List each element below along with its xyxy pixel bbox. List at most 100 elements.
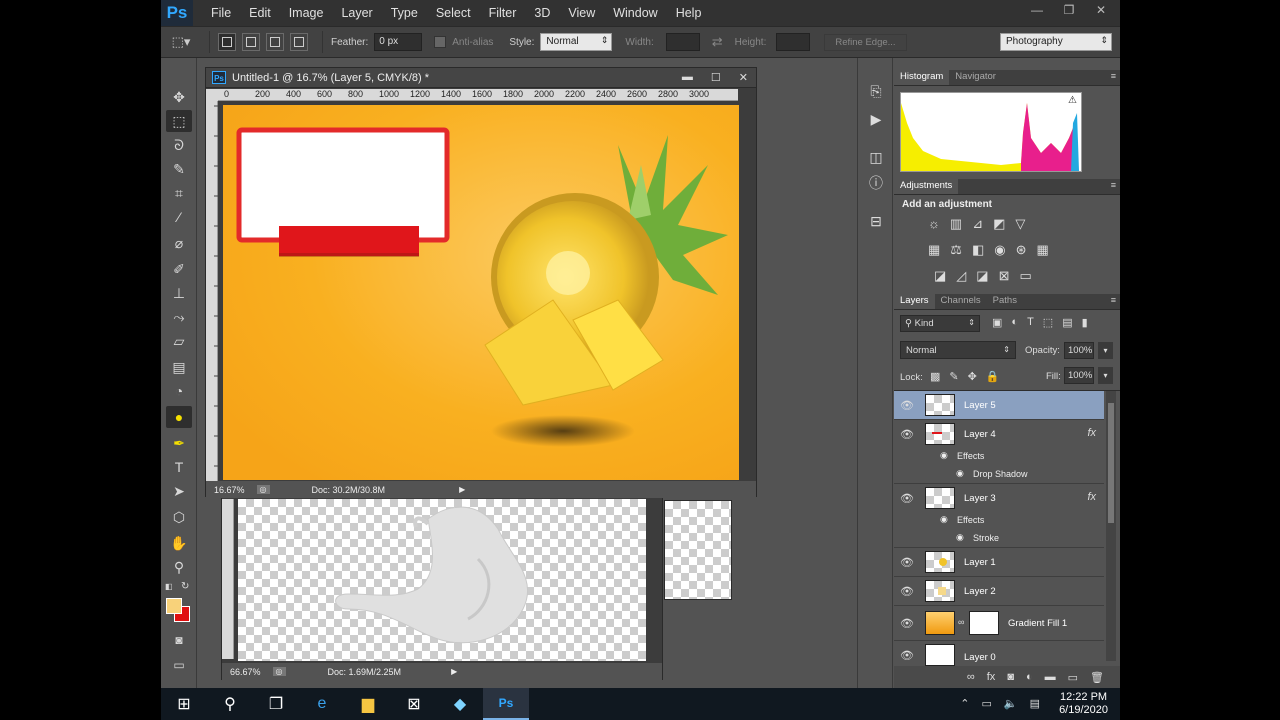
menu-select[interactable]: Select [427, 0, 480, 26]
intersect-selection-icon[interactable] [290, 33, 308, 51]
filter-shape-icon[interactable]: ⬚ [1043, 316, 1053, 329]
height-input[interactable] [776, 33, 811, 51]
shape-tool-icon[interactable]: ⬡ [166, 506, 192, 528]
properties-panel-icon[interactable]: ◫ [864, 146, 888, 168]
hue-saturation-icon[interactable]: ▦ [928, 242, 940, 258]
add-mask-icon[interactable]: ◙ [1007, 671, 1014, 683]
panel-menu-icon[interactable]: ≡ [1111, 180, 1116, 190]
layer-row-layer-4[interactable]: 👁 Layer 4 fx ◉ Effects ◉ Drop Shadow [894, 420, 1104, 484]
vibrance-icon[interactable]: ▽ [1015, 216, 1025, 232]
style-select[interactable]: Normal [540, 33, 613, 51]
layer-row-layer-1[interactable]: 👁 Layer 1 [894, 548, 1104, 577]
vertical-ruler[interactable] [206, 101, 218, 481]
new-selection-icon[interactable] [218, 33, 236, 51]
filter-pixel-icon[interactable]: ▣ [992, 316, 1002, 329]
opacity-dropdown-icon[interactable]: ▾ [1098, 342, 1113, 359]
refine-edge-button[interactable]: Refine Edge... [824, 33, 907, 51]
color-lookup-icon[interactable]: ▦ [1037, 242, 1049, 258]
tab-histogram[interactable]: Histogram [894, 69, 950, 85]
taskbar-clock[interactable]: 12:22 PM 6/19/2020 [1059, 691, 1108, 717]
visibility-eye-icon[interactable]: 👁 [900, 399, 914, 412]
menu-file[interactable]: File [202, 0, 240, 26]
effect-eye-icon[interactable]: ◉ [956, 532, 964, 543]
lock-transparent-icon[interactable]: ▩ [930, 370, 940, 383]
menu-edit[interactable]: Edit [240, 0, 280, 26]
task-view-icon[interactable]: ❐ [253, 688, 299, 720]
menu-view[interactable]: View [559, 0, 604, 26]
layer-row-layer-2[interactable]: 👁 Layer 2 [894, 577, 1104, 606]
eraser-tool-icon[interactable]: ▱ [166, 330, 192, 352]
effect-eye-icon[interactable]: ◉ [956, 468, 964, 479]
doc-minimize-button[interactable]: ▬ [682, 71, 693, 84]
visibility-eye-icon[interactable]: 👁 [900, 428, 914, 441]
close-button[interactable]: ✕ [1092, 3, 1110, 17]
exposure-icon[interactable]: ◩ [993, 216, 1005, 232]
filter-toggle-icon[interactable]: ▮ [1082, 316, 1088, 329]
status-menu-arrow-icon[interactable]: ▶ [459, 485, 465, 494]
horizontal-ruler[interactable]: 0 200 400 600 800 1000 1200 1400 1600 1800 2000 220… [218, 89, 738, 101]
swap-icon[interactable]: ⇄ [712, 34, 723, 50]
lock-image-icon[interactable]: ✎ [949, 370, 958, 383]
opacity-input[interactable]: 100% [1064, 342, 1094, 359]
subtract-selection-icon[interactable] [266, 33, 284, 51]
status-menu-arrow-icon[interactable]: ▶ [451, 667, 457, 676]
gradient-map-icon[interactable]: ▭ [1020, 268, 1032, 284]
ruler-corner[interactable] [206, 89, 218, 101]
effects-eye-icon[interactable]: ◉ [940, 450, 948, 461]
menu-image[interactable]: Image [280, 0, 333, 26]
eyedropper-tool-icon[interactable]: ⁄ [166, 206, 192, 228]
video-editor-icon[interactable]: ◆ [437, 688, 483, 720]
menu-type[interactable]: Type [382, 0, 427, 26]
menu-3d[interactable]: 3D [525, 0, 559, 26]
posterize-icon[interactable]: ◿ [956, 268, 966, 284]
curves-icon[interactable]: ⊿ [972, 216, 983, 232]
network-icon[interactable]: ▭ [981, 697, 991, 710]
threshold-icon[interactable]: ◪ [976, 268, 988, 284]
zoom-tool-icon[interactable]: ⚲ [166, 556, 192, 578]
visibility-eye-icon[interactable]: 👁 [900, 585, 914, 598]
type-tool-icon[interactable]: T [166, 456, 192, 478]
store-icon[interactable]: ⊠ [391, 688, 437, 720]
status-info-icon[interactable]: ◎ [272, 667, 286, 676]
swap-colors-icon[interactable]: ↻ [181, 581, 189, 592]
visibility-eye-icon[interactable]: 👁 [900, 556, 914, 569]
main-zoom-level[interactable]: 16.67% [214, 485, 245, 495]
photo-filter-icon[interactable]: ◉ [994, 242, 1005, 258]
new-group-icon[interactable]: ▬ [1045, 671, 1056, 683]
add-selection-icon[interactable] [242, 33, 260, 51]
edge-browser-icon[interactable]: e [299, 688, 345, 720]
tab-layers[interactable]: Layers [894, 293, 935, 309]
dodge-tool-icon[interactable]: ● [166, 406, 192, 428]
warning-icon[interactable]: ⚠ [1068, 95, 1077, 106]
doc-close-button[interactable]: ✕ [739, 71, 748, 84]
brightness-contrast-icon[interactable]: ☼ [928, 216, 940, 232]
restore-button[interactable]: ❐ [1060, 3, 1078, 17]
status-info-icon[interactable]: ◎ [256, 485, 270, 494]
blend-mode-select[interactable]: Normal ⇕ [900, 341, 1016, 359]
channel-mixer-icon[interactable]: ⊛ [1016, 242, 1027, 258]
levels-icon[interactable]: ▥ [950, 216, 962, 232]
actions-play-icon[interactable]: ▶ [864, 108, 888, 130]
menu-window[interactable]: Window [604, 0, 666, 26]
width-input[interactable] [665, 33, 700, 51]
marquee-preset-icon[interactable]: ⬚▾ [161, 34, 201, 50]
tool-presets-icon[interactable]: ⊟ [864, 210, 888, 232]
link-layers-icon[interactable]: ∞ [967, 671, 975, 683]
effects-eye-icon[interactable]: ◉ [940, 514, 948, 525]
background-zoom-level[interactable]: 66.67% [230, 667, 261, 677]
invert-icon[interactable]: ◪ [934, 268, 946, 284]
doc-maximize-button[interactable]: ☐ [711, 71, 721, 84]
layer-style-icon[interactable]: fx [987, 671, 996, 683]
move-tool-icon[interactable]: ✥ [166, 86, 192, 108]
visibility-eye-icon[interactable]: 👁 [900, 492, 914, 505]
fx-icon[interactable]: fx [1087, 491, 1096, 503]
layer-row-layer-3[interactable]: 👁 Layer 3 fx ◉ Effects ◉ Stroke [894, 484, 1104, 548]
main-canvas[interactable] [223, 105, 739, 480]
panel-menu-icon[interactable]: ≡ [1111, 71, 1116, 81]
layer-row-gradient-fill-1[interactable]: 👁 ∞ Gradient Fill 1 [894, 606, 1104, 641]
history-panel-icon[interactable]: ⎘ [864, 80, 888, 102]
main-document-window[interactable]: Ps Untitled-1 @ 16.7% (Layer 5, CMYK/8) … [205, 67, 757, 498]
screen-mode-icon[interactable]: ▭ [166, 654, 192, 676]
start-button-icon[interactable]: ⊞ [161, 688, 207, 720]
tray-overflow-icon[interactable]: ⌃ [960, 697, 969, 710]
